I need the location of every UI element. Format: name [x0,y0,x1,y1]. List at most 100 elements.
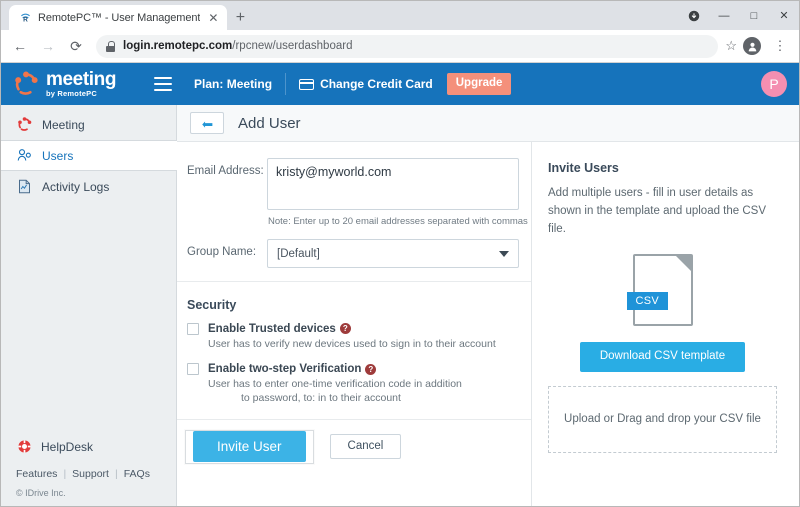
content-header: Add User [177,105,799,142]
upgrade-button[interactable]: Upgrade [446,73,512,95]
group-select-value: [Default] [277,247,320,260]
svg-text:R: R [23,17,28,24]
two-step-row[interactable]: Enable two-step Verification? [177,363,531,376]
address-text: login.remotepc.com/rpcnew/userdashboard [123,40,352,52]
cancel-button[interactable]: Cancel [329,433,402,460]
csv-file-icon: CSV [626,254,693,327]
brand-name: meeting [46,69,117,91]
invite-users-title: Invite Users [548,161,619,175]
address-bar[interactable]: login.remotepc.com/rpcnew/userdashboard [96,34,719,58]
invite-users-description: Add multiple users - fill in user detail… [548,187,767,235]
profile-icon[interactable] [739,33,765,59]
footer-separator: | [114,468,118,480]
change-credit-card-link[interactable]: Change Credit Card [299,77,433,91]
helpdesk-link[interactable]: HelpDesk [16,439,176,454]
maximize-button[interactable]: □ [739,1,769,30]
copyright-text: © IDrive Inc. [16,488,66,498]
downloads-icon[interactable] [679,1,709,30]
csv-fold-corner [674,254,693,273]
lock-icon [106,40,115,52]
brand-tagline: by RemotePC [46,89,97,99]
csv-badge-label: CSV [626,292,669,311]
address-domain: login.remotepc.com [123,40,233,52]
invite-user-button[interactable]: Invite User [193,430,306,462]
trusted-devices-checkbox[interactable] [187,323,199,335]
email-input[interactable]: kristy@myworld.com [267,158,519,210]
sidebar-item-activity-logs[interactable]: Activity Logs [1,171,176,202]
close-icon[interactable]: ✕ [206,11,220,25]
two-step-description-line1: User has to enter one-time verification … [208,378,462,391]
invite-button-highlight: Invite User [185,429,314,464]
forward-icon: → [41,38,55,54]
web-page: meeting by RemotePC Plan: Meeting Change… [1,63,799,506]
back-button[interactable] [190,112,224,134]
form-actions: Invite User Cancel [177,420,531,464]
user-avatar[interactable]: P [761,71,787,97]
help-icon[interactable]: ? [339,323,351,335]
panes: Email Address: kristy@myworld.com Note: … [177,142,799,506]
new-tab-button[interactable]: + [227,5,253,30]
trusted-devices-label: Enable Trusted devices? [208,323,351,335]
header-divider [285,73,287,95]
download-button-wrap: Download CSV template [548,342,777,372]
footer-link-features[interactable]: Features [16,468,57,480]
users-icon [16,148,32,163]
sidebar-item-label: Users [42,148,74,163]
tab-title: RemotePC™ - User Management [38,11,201,24]
email-field-row: Email Address: kristy@myworld.com [177,158,531,210]
meeting-logo-icon [13,71,39,97]
sidebar: Meeting Users Activity Logs HelpDesk Fea… [1,105,177,506]
group-select[interactable]: [Default] [267,239,519,268]
footer-link-support[interactable]: Support [72,468,109,480]
remotepc-favicon: R [18,11,32,25]
hamburger-menu-icon[interactable] [154,77,173,91]
activity-logs-icon [16,179,32,194]
back-icon[interactable]: ← [7,33,33,59]
window-controls: — □ ✕ [679,1,799,30]
app-header: meeting by RemotePC Plan: Meeting Change… [1,63,799,105]
footer-links: Features | Support | FAQs [16,468,176,480]
browser-window: R RemotePC™ - User Management ✕ + — □ ✕ … [0,0,800,507]
help-icon[interactable]: ? [365,363,377,375]
chrome-avatar [743,37,761,55]
email-label: Email Address: [187,165,264,177]
sidebar-item-label: Activity Logs [42,179,110,194]
window-close-button[interactable]: ✕ [769,1,799,30]
csv-dropzone[interactable]: Upload or Drag and drop your CSV file [548,385,777,453]
email-note: Note: Enter up to 20 email addresses sep… [268,216,528,227]
csv-dropzone-label: Upload or Drag and drop your CSV file [564,413,761,426]
invite-users-panel: Invite Users Add multiple users - fill i… [532,142,799,506]
helpdesk-label: HelpDesk [41,439,94,454]
trusted-devices-row[interactable]: Enable Trusted devices? [177,323,531,335]
bookmark-star-icon[interactable]: ☆ [725,38,737,54]
security-title: Security [187,298,237,312]
browser-menu-icon[interactable]: ⋮ [767,33,793,59]
two-step-checkbox[interactable] [187,363,199,376]
content-area: Add User Email Address: kristy@myworld.c… [177,105,799,506]
chevron-down-icon [499,250,509,257]
tab-strip: R RemotePC™ - User Management ✕ + — □ ✕ [1,1,799,30]
field-spacer [177,227,531,239]
sidebar-item-users[interactable]: Users [1,140,177,171]
csv-illustration: CSV [548,254,777,327]
reload-icon[interactable]: ⟳ [63,33,89,59]
two-step-description-line2: to password, to: in to their account [241,392,401,405]
change-credit-card-label: Change Credit Card [320,77,433,91]
two-step-label: Enable two-step Verification? [208,363,377,375]
page-body: Meeting Users Activity Logs HelpDesk Fea… [1,105,799,506]
group-field-row: Group Name: [Default] [177,239,531,268]
browser-tab[interactable]: R RemotePC™ - User Management ✕ [9,5,228,30]
sidebar-item-label: Meeting [42,117,85,132]
add-user-form: Email Address: kristy@myworld.com Note: … [177,142,532,506]
sidebar-item-meeting[interactable]: Meeting [1,109,176,140]
brand-logo-text: meeting by RemotePC [46,70,116,98]
minimize-button[interactable]: — [709,1,739,30]
footer-link-faqs[interactable]: FAQs [124,468,150,480]
brand-logo[interactable]: meeting by RemotePC [13,70,116,98]
two-step-description: User has to enter one-time verification … [208,377,531,405]
browser-toolbar: ← → ⟳ login.remotepc.com/rpcnew/userdash… [1,30,799,63]
meeting-icon [16,117,32,132]
lifebuoy-icon [16,439,32,454]
option-spacer [177,351,531,363]
download-csv-template-button[interactable]: Download CSV template [579,342,746,372]
